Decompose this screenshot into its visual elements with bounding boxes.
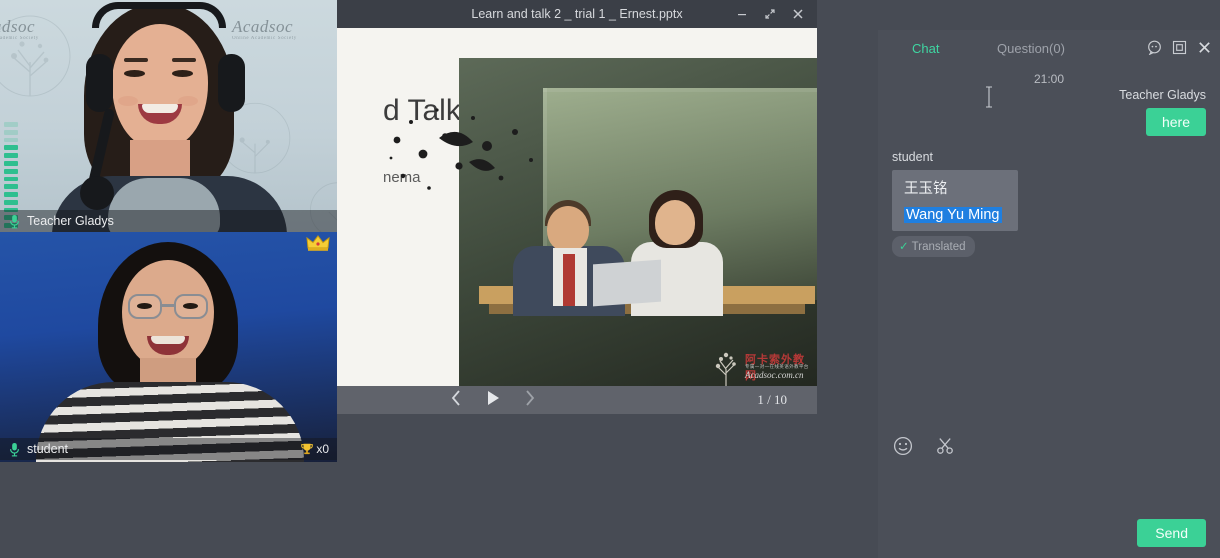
composer-toolbar <box>892 435 956 457</box>
chat-message-student: student 王玉铭 Wang Yu Ming ✓Translated <box>892 150 1206 257</box>
student-name-label: student <box>27 442 68 456</box>
student-video-tile[interactable]: student x0 <box>0 232 337 462</box>
trophy-counter: x0 <box>300 442 329 456</box>
play-slideshow-button[interactable] <box>485 389 501 412</box>
presentation-title-bar[interactable]: Learn and talk 2 _ trial 1 _ Ernest.pptx <box>337 0 817 28</box>
trophy-count-label: x0 <box>316 442 329 456</box>
microphone-icon <box>8 214 21 229</box>
scissors-icon[interactable] <box>934 435 956 457</box>
slide-watermark: 阿卡索外教网 专属一对一在线英语外教平台 Acadsoc.com.cn <box>711 349 815 386</box>
chat-tab-bar: Chat Question(0) <box>878 30 1220 66</box>
close-icon[interactable] <box>1196 39 1212 55</box>
teacher-name-label: Teacher Gladys <box>27 214 114 228</box>
message-text-original: 王玉铭 <box>904 177 1006 198</box>
slide-title: d Talk <box>383 94 461 128</box>
chat-bubble-icon[interactable] <box>1146 39 1162 55</box>
slide-photo: 阿卡索外教网 专属一对一在线英语外教平台 Acadsoc.com.cn <box>459 58 817 386</box>
brand-tagline-left: Online Academic Society <box>0 36 39 41</box>
slide-control-bar: 1 / 10 <box>337 386 817 414</box>
slide-stage[interactable]: d Talk II nema <box>337 28 817 386</box>
message-composer[interactable]: Send <box>878 462 1220 558</box>
presentation-title: Learn and talk 2 _ trial 1 _ Ernest.pptx <box>471 7 682 21</box>
message-bubble-green[interactable]: here <box>1146 108 1206 136</box>
chevron-right-icon <box>523 389 537 407</box>
backdrop-brand-left: Acadsoc Online Academic Society <box>0 18 39 41</box>
brand-tagline-right: Online Academic Society <box>232 36 297 41</box>
restore-icon[interactable] <box>1171 39 1187 55</box>
app-root: Acadsoc Online Academic Society Acadsoc … <box>0 0 1220 558</box>
message-bubble-grey[interactable]: 王玉铭 Wang Yu Ming <box>892 170 1018 231</box>
brand-name-left: Acadsoc <box>0 18 39 36</box>
chat-message-teacher: Teacher Gladys here <box>892 88 1206 136</box>
microphone-icon <box>8 442 21 457</box>
teacher-name-bar: Teacher Gladys <box>0 210 337 232</box>
emoji-icon[interactable] <box>892 435 914 457</box>
watermark-en-text: Acadsoc.com.cn <box>745 370 803 380</box>
chat-timestamp: 21:00 <box>878 72 1220 86</box>
trophy-icon <box>300 442 314 456</box>
close-button[interactable] <box>783 0 813 28</box>
message-sender-name: student <box>892 150 1206 164</box>
close-icon <box>791 7 805 21</box>
teacher-video-tile[interactable]: Acadsoc Online Academic Society Acadsoc … <box>0 0 337 232</box>
chat-panel: Chat Question(0) <box>878 30 1220 558</box>
send-button[interactable]: Send <box>1137 519 1206 547</box>
check-icon: ✓ <box>899 241 909 253</box>
slide-canvas: d Talk II nema <box>337 28 817 386</box>
student-name-bar: student x0 <box>0 438 337 460</box>
brand-name-right: Acadsoc <box>232 18 297 36</box>
chat-header-icons <box>1146 39 1212 55</box>
minimize-icon <box>736 8 748 20</box>
translated-label: Translated <box>912 241 966 253</box>
chevron-left-icon <box>449 389 463 407</box>
message-sender-name: Teacher Gladys <box>892 88 1206 102</box>
prev-slide-button[interactable] <box>449 389 463 412</box>
tab-chat[interactable]: Chat <box>912 41 939 56</box>
crown-icon <box>306 234 330 252</box>
play-icon <box>485 389 501 407</box>
slide-subtitle: nema <box>383 169 421 186</box>
tab-question[interactable]: Question(0) <box>997 41 1065 56</box>
restore-icon <box>764 8 776 20</box>
chat-message-list: Teacher Gladys here student 王玉铭 Wang Yu … <box>878 88 1220 428</box>
presentation-window: Learn and talk 2 _ trial 1 _ Ernest.pptx <box>337 0 817 414</box>
video-column: Acadsoc Online Academic Society Acadsoc … <box>0 0 337 462</box>
message-text-translated[interactable]: Wang Yu Ming <box>904 207 1002 223</box>
translated-badge: ✓Translated <box>892 236 975 257</box>
text-cursor <box>985 86 993 108</box>
next-slide-button[interactable] <box>523 389 537 412</box>
restore-button[interactable] <box>755 0 785 28</box>
slide-page-indicator: 1 / 10 <box>757 392 787 408</box>
minimize-button[interactable] <box>727 0 757 28</box>
backdrop-brand-right: Acadsoc Online Academic Society <box>232 18 297 41</box>
